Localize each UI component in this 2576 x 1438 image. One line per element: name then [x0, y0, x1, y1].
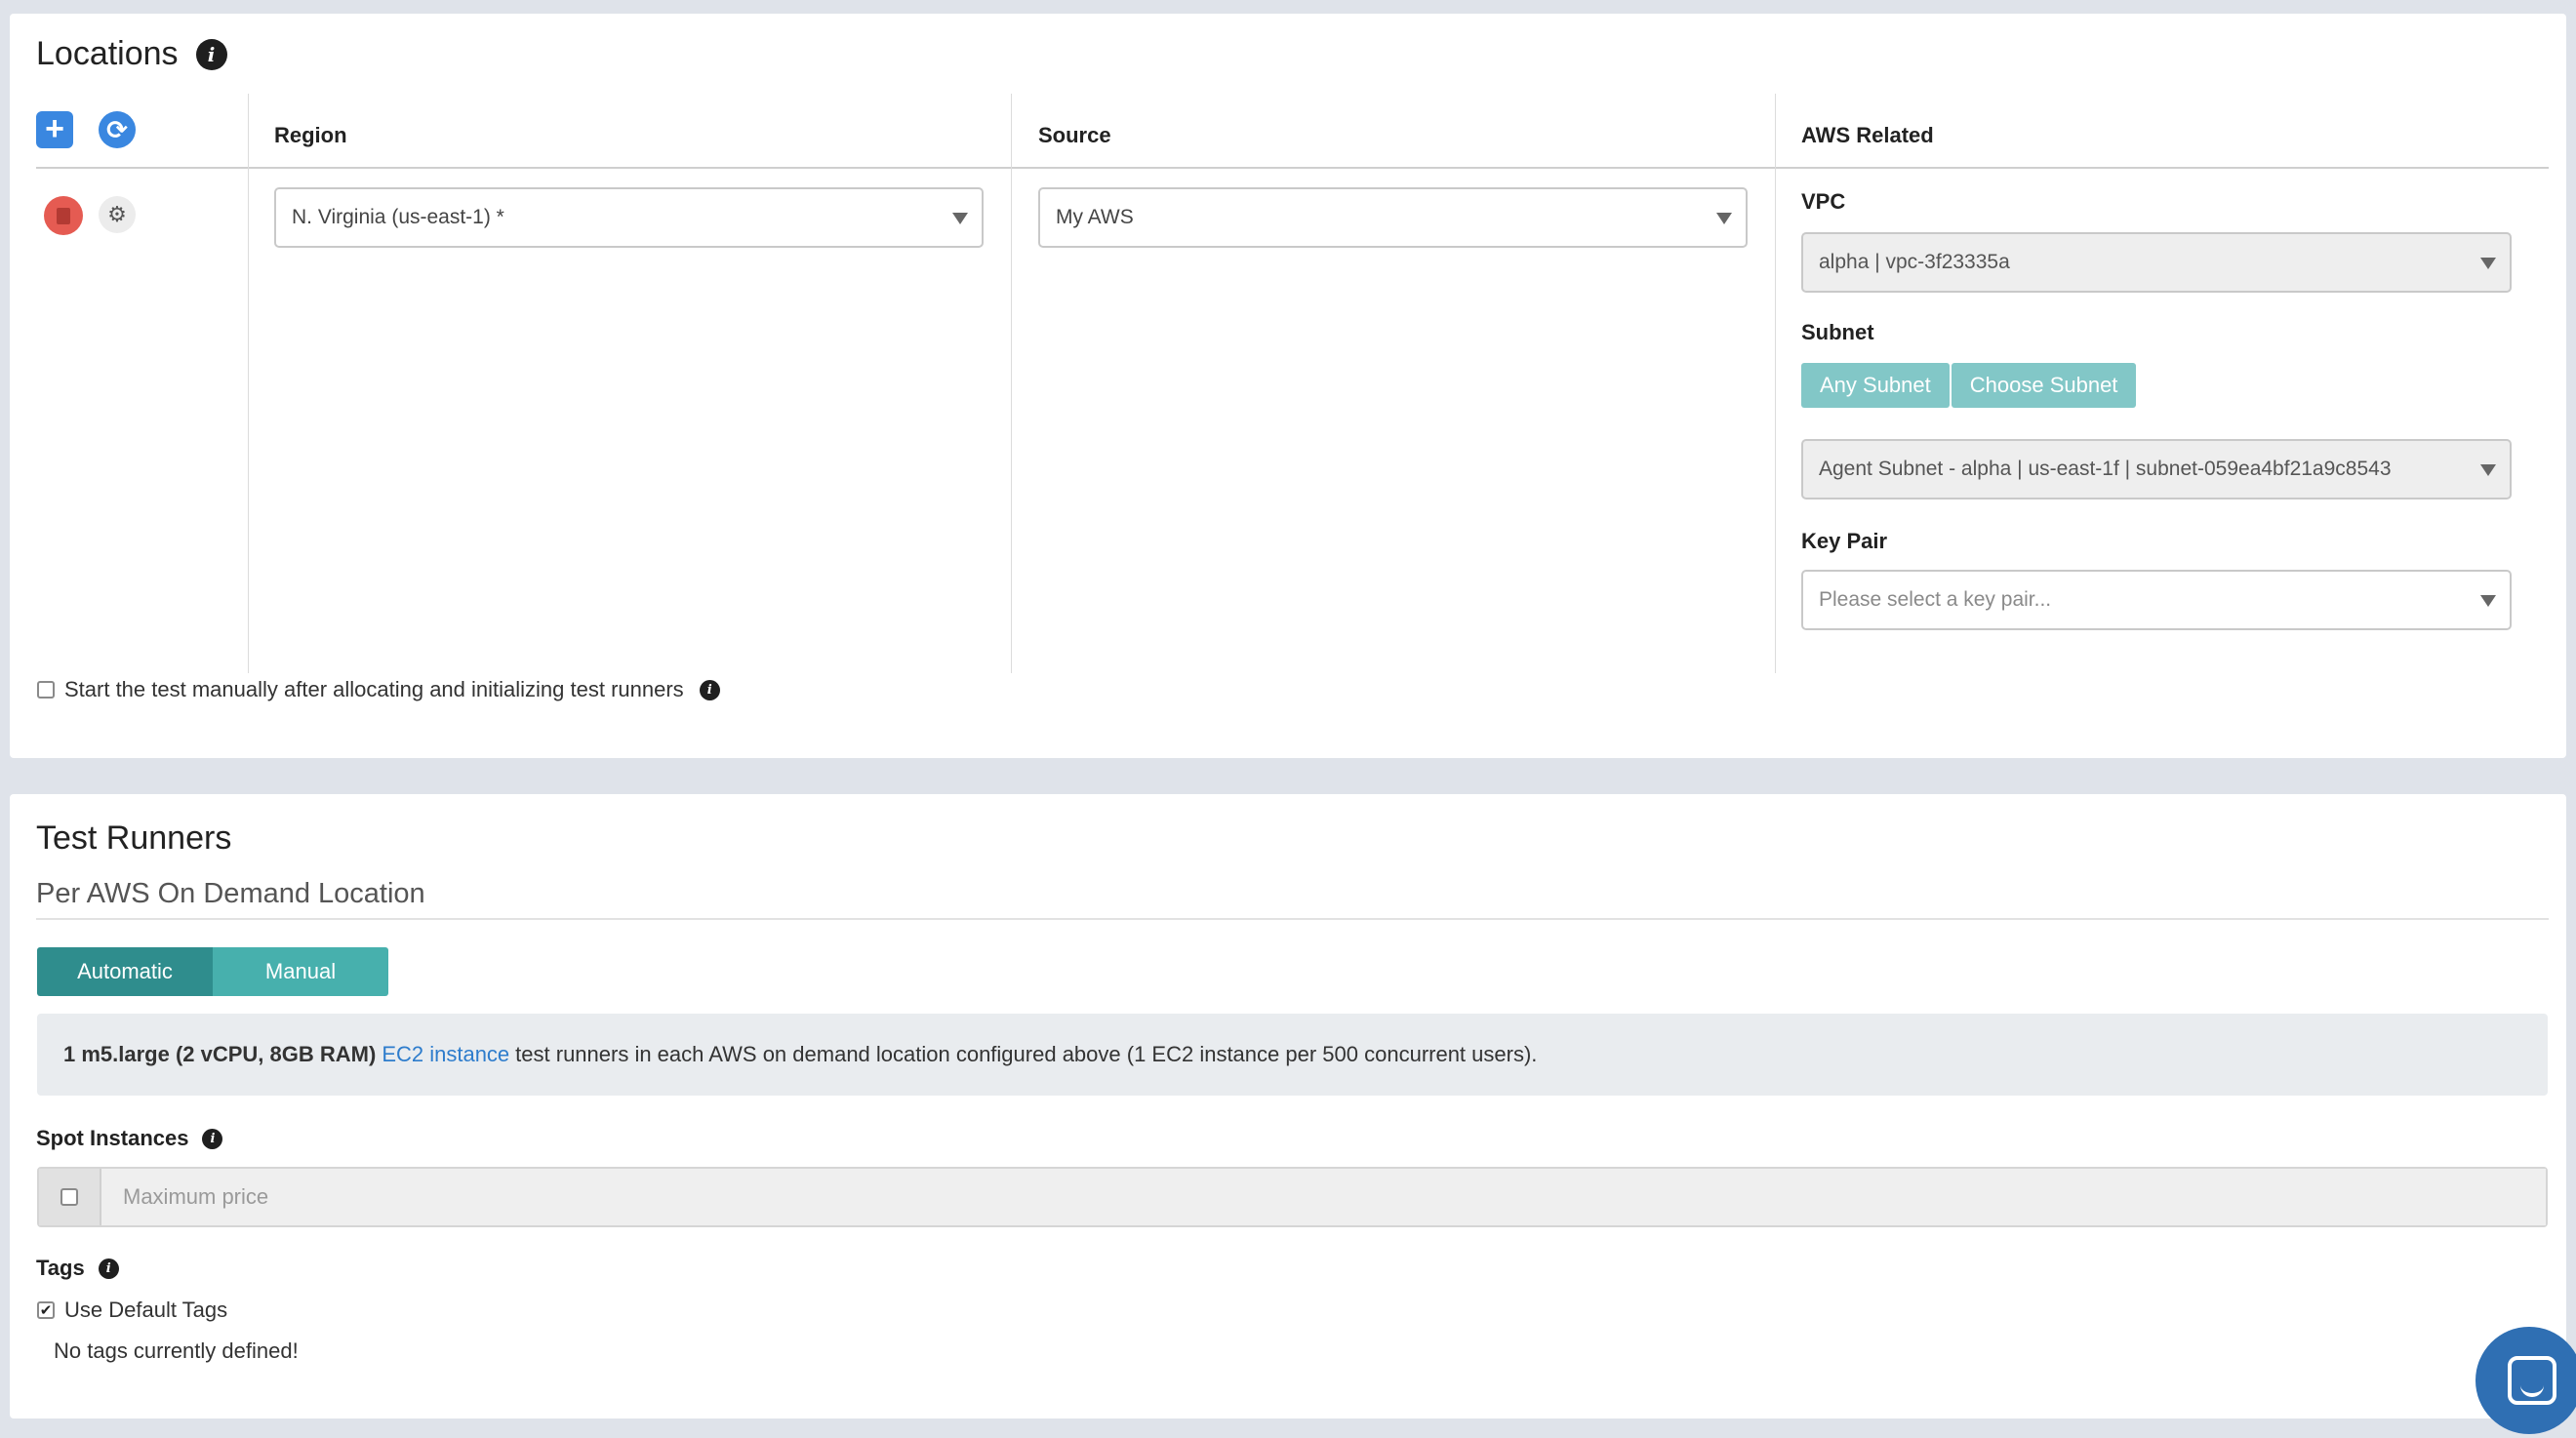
spot-enable-checkbox[interactable] — [60, 1188, 78, 1206]
spot-instances-label: Spot Instances — [36, 1126, 189, 1150]
subnet-select[interactable]: Agent Subnet - alpha | us-east-1f | subn… — [1801, 439, 2512, 499]
manual-button[interactable]: Manual — [213, 947, 388, 996]
subtitle-divider — [36, 918, 2549, 920]
aws-column-header: AWS Related — [1801, 123, 1934, 147]
runner-info-box: 1 m5.large (2 vCPU, 8GB RAM) EC2 instanc… — [37, 1014, 2548, 1096]
keypair-select[interactable]: Please select a key pair... — [1801, 570, 2512, 630]
default-tags-row: ✔ Use Default Tags — [37, 1298, 227, 1323]
test-runners-title: Test Runners — [36, 819, 232, 857]
chevron-down-icon — [2480, 464, 2496, 476]
column-divider — [1775, 94, 1776, 673]
region-select-value: N. Virginia (us-east-1) * — [292, 206, 504, 228]
vpc-select[interactable]: alpha | vpc-3f23335a — [1801, 232, 2512, 293]
source-select[interactable]: My AWS — [1038, 187, 1748, 248]
info-icon[interactable]: i — [98, 1258, 119, 1279]
spot-price-group — [37, 1167, 2548, 1227]
manual-start-row: Start the test manually after allocating… — [37, 677, 720, 702]
delete-location-button[interactable] — [44, 196, 83, 235]
tags-label: Tags — [36, 1256, 85, 1280]
region-select[interactable]: N. Virginia (us-east-1) * — [274, 187, 984, 248]
instance-spec: 1 m5.large (2 vCPU, 8GB RAM) — [63, 1042, 377, 1066]
refresh-button[interactable]: ⟳ — [99, 111, 136, 148]
spot-addon — [39, 1169, 101, 1225]
source-select-value: My AWS — [1056, 206, 1134, 228]
add-location-button[interactable]: + — [36, 111, 73, 148]
spot-instances-label-row: Spot Instances i — [36, 1126, 223, 1151]
manual-start-checkbox[interactable] — [37, 681, 55, 699]
info-icon[interactable]: i — [195, 38, 227, 70]
chat-launcher-button[interactable] — [2475, 1327, 2576, 1434]
chevron-down-icon — [2480, 595, 2496, 607]
chevron-down-icon — [2480, 258, 2496, 269]
keypair-label: Key Pair — [1801, 529, 1888, 553]
automatic-button[interactable]: Automatic — [37, 947, 213, 996]
locations-title: Locations — [36, 35, 179, 72]
trash-icon — [57, 207, 70, 224]
keypair-placeholder: Please select a key pair... — [1819, 588, 2052, 611]
runner-mode-group: Automatic Manual — [37, 947, 388, 996]
runner-info-text: test runners in each AWS on demand locat… — [515, 1042, 1538, 1066]
test-runners-subtitle: Per AWS On Demand Location — [36, 878, 425, 909]
column-divider — [1011, 94, 1012, 673]
subnet-select-value: Agent Subnet - alpha | us-east-1f | subn… — [1819, 458, 2392, 480]
subnet-label: Subnet — [1801, 320, 1874, 344]
source-column-header: Source — [1038, 123, 1111, 147]
gear-icon: ⚙ — [107, 202, 127, 226]
max-price-input[interactable] — [101, 1169, 2546, 1225]
table-header-divider — [36, 167, 2549, 169]
vpc-select-value: alpha | vpc-3f23335a — [1819, 251, 2010, 273]
region-column-header: Region — [274, 123, 347, 147]
choose-subnet-button[interactable]: Choose Subnet — [1951, 363, 2137, 408]
default-tags-checkbox[interactable]: ✔ — [37, 1301, 55, 1319]
vpc-label: VPC — [1801, 189, 1846, 214]
column-divider — [248, 94, 249, 673]
location-settings-button[interactable]: ⚙ — [99, 196, 136, 233]
test-runners-panel: Test Runners Per AWS On Demand Location … — [10, 794, 2566, 1418]
any-subnet-button[interactable]: Any Subnet — [1801, 363, 1950, 408]
chevron-down-icon — [952, 213, 968, 224]
default-tags-label: Use Default Tags — [64, 1298, 228, 1322]
tags-label-row: Tags i — [36, 1256, 119, 1281]
info-icon[interactable]: i — [202, 1128, 223, 1149]
chat-icon — [2508, 1356, 2556, 1405]
locations-panel: Locations i + ⟳ Region Source AWS Relate… — [10, 14, 2566, 758]
ec2-instance-link[interactable]: EC2 instance — [382, 1042, 509, 1067]
manual-start-label: Start the test manually after allocating… — [64, 677, 684, 701]
subnet-mode-group: Any Subnet Choose Subnet — [1801, 363, 2137, 408]
no-tags-text: No tags currently defined! — [54, 1338, 299, 1363]
chevron-down-icon — [1716, 213, 1732, 224]
info-icon[interactable]: i — [699, 679, 720, 700]
locations-title-row: Locations i — [36, 35, 227, 73]
